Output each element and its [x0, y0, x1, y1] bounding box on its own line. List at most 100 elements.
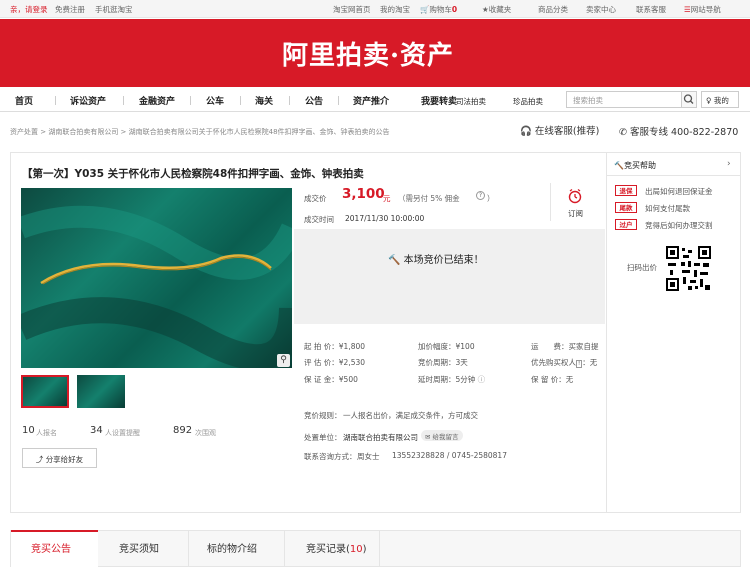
tag-balance: 尾款 [615, 202, 637, 213]
detail-delay: 延时周期：5分钟 ⓘ [418, 375, 486, 384]
divider [379, 531, 380, 567]
nav-litigation[interactable]: 诉讼资产 [70, 94, 106, 107]
register-link[interactable]: 免费注册 [55, 4, 85, 15]
tag-transfer: 过户 [615, 219, 637, 230]
remind-label: 人设置提醒 [105, 429, 140, 437]
help-icon[interactable]: ? [476, 191, 485, 200]
chevron-right-icon[interactable]: › [727, 159, 731, 169]
commission-close: ） [487, 194, 495, 203]
nav-separator [123, 96, 124, 105]
contact-name: 周女士 [357, 452, 380, 461]
ali-auction-logo[interactable]: 阿里拍卖·资产 [282, 35, 454, 72]
nav-separator [190, 96, 191, 105]
menu-icon: ☰ [684, 5, 691, 14]
help-balance-link[interactable]: 如何支付尾款 [645, 203, 690, 214]
deal-time: 2017/11/30 10:00:00 [345, 214, 425, 223]
my-taobao-link[interactable]: 我的淘宝 [380, 4, 410, 15]
taobao-home-link[interactable]: 淘宝网首页 [333, 4, 371, 15]
contact-service-link[interactable]: 联系客服 [636, 4, 666, 15]
detail-start-price: 起 拍 价：¥1,800 [304, 342, 366, 351]
help-title[interactable]: 🔨竞买帮助 [614, 160, 656, 171]
qr-label: 扫码出价 [627, 263, 657, 272]
zoom-icon[interactable]: ⚲ [277, 354, 290, 367]
item-main-image[interactable]: ⚲ [21, 188, 292, 368]
help-transfer-link[interactable]: 竞得后如何办理交割 [645, 220, 713, 231]
price-label: 成交价 [304, 194, 327, 203]
hotline: ✆ 客服专线 400-822-2870 [619, 127, 739, 138]
nav-notices[interactable]: 公告 [305, 94, 323, 107]
nav-customs[interactable]: 海关 [255, 94, 273, 107]
nav-separator [55, 96, 56, 105]
rule-text: 一人报名出价，满足成交条件，方可成交 [343, 411, 478, 420]
help-icon[interactable]: ⓘ [478, 375, 486, 384]
star-icon: ★ [482, 5, 489, 14]
headset-icon: 🎧 [520, 126, 532, 137]
online-service-link[interactable]: 🎧 在线客服(推荐) [520, 123, 599, 137]
nav-judicial[interactable]: 司法拍卖 [456, 96, 486, 107]
subscribe-button[interactable]: 订阅 [568, 188, 583, 219]
commission-note: （需另付 5% 佣金 [398, 194, 460, 203]
top-bar: 亲，请登录 免费注册 手机逛淘宝 淘宝网首页 我的淘宝 🛒购物车0 ★收藏夹 商… [0, 0, 750, 18]
categories-link[interactable]: 商品分类 [538, 4, 568, 15]
share-button[interactable]: ⤴ 分享给好友 [22, 448, 97, 468]
detail-cycle: 竞价周期：3天 [418, 358, 468, 367]
nav-separator [338, 96, 339, 105]
tag-refund: 退保 [615, 185, 637, 196]
remind-count: 34 [90, 425, 103, 436]
favorites-link[interactable]: ★收藏夹 [482, 4, 511, 15]
detail-priority: 优先购买权人! ：无 [531, 358, 598, 368]
time-label: 成交时间 [304, 215, 334, 224]
chat-icon: ✉ [425, 433, 431, 441]
nav-separator [289, 96, 290, 105]
detail-shipping: 运 费：买家自提 [531, 342, 599, 351]
nav-home[interactable]: 首页 [15, 94, 33, 107]
view-label: 次围观 [195, 429, 216, 437]
divider [550, 183, 551, 221]
phone-icon: ✆ [619, 127, 627, 138]
thumbnail-1[interactable] [21, 375, 69, 408]
nav-asset-promo[interactable]: 资产推介 [353, 94, 389, 107]
signup-label: 人报名 [36, 429, 57, 437]
search-button[interactable] [681, 91, 697, 108]
share-icon: ⤴ [35, 455, 44, 464]
divider [284, 531, 285, 567]
tab-bid-records[interactable]: 竞买记录(10) [306, 540, 367, 555]
sitemap-link[interactable]: ☰网站导航 [684, 4, 721, 15]
nav-resell[interactable]: 我要转卖 [421, 94, 457, 107]
nav-public-cars[interactable]: 公车 [206, 94, 224, 107]
search-icon [683, 94, 694, 104]
seller-center-link[interactable]: 卖家中心 [586, 4, 616, 15]
tab-notice[interactable]: 竞买公告 [31, 540, 71, 555]
cart-link[interactable]: 🛒购物车0 [420, 4, 457, 15]
price-info [294, 179, 605, 229]
qr-code-image [666, 246, 711, 291]
thumbnail-2[interactable] [77, 375, 125, 408]
nav-financial[interactable]: 金融资产 [139, 94, 175, 107]
search-input[interactable]: 搜索拍卖 [566, 91, 682, 108]
login-link[interactable]: 亲，请登录 [10, 4, 48, 15]
gavel-icon: 🔨 [614, 161, 624, 170]
user-icon: ♀ [706, 96, 712, 105]
detail-deposit: 保 证 金：¥500 [304, 375, 358, 384]
tab-item-intro[interactable]: 标的物介绍 [207, 540, 257, 555]
nav-treasures[interactable]: 珍品拍卖 [513, 96, 543, 107]
alarm-clock-icon [568, 188, 582, 204]
divider [188, 531, 189, 567]
auction-ended-area: 🔨 本场竞价已结束！ [294, 229, 605, 324]
cart-icon: 🛒 [420, 5, 430, 14]
banner: 阿里拍卖·资产 [0, 19, 750, 87]
gold-chain-photo [21, 205, 292, 368]
detail-appraisal: 评 估 价：¥2,530 [304, 358, 366, 367]
contact-phone: 13552328828 / 0745-2580817 [392, 451, 507, 460]
org-link[interactable]: 湖南联合拍卖有限公司 [343, 432, 418, 443]
my-account-button[interactable]: ♀ 我的 [701, 91, 739, 108]
org-label: 处置单位： [304, 433, 342, 442]
signup-count: 10 [22, 425, 35, 436]
leave-message-button[interactable]: ✉ 给我留言 [421, 430, 463, 441]
detail-reserve: 保 留 价：无 [531, 375, 574, 384]
help-refund-link[interactable]: 出局如何退回保证金 [645, 186, 713, 197]
breadcrumb[interactable]: 资产处置 > 湖南联合拍卖有限公司 > 湖南联合拍卖有限公司关于怀化市人民检察院… [10, 127, 390, 137]
tab-instructions[interactable]: 竞买须知 [119, 540, 159, 555]
detail-increment: 加价幅度：¥100 [418, 342, 475, 351]
mobile-link[interactable]: 手机逛淘宝 [95, 4, 133, 15]
